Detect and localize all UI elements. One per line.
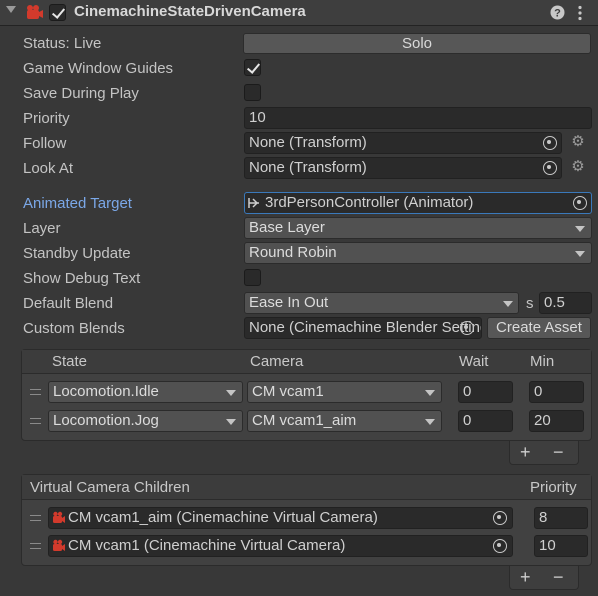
drag-handle-icon[interactable] [30, 389, 41, 395]
chevron-down-icon [503, 301, 513, 307]
state-column-header: State [52, 353, 88, 370]
state-value: Locomotion.Idle [53, 383, 159, 400]
default-blend-dropdown[interactable]: Ease In Out [244, 292, 519, 314]
look-at-field[interactable]: None (Transform) [244, 157, 562, 179]
show-debug-text-label: Show Debug Text [23, 270, 141, 287]
remove-instruction-button[interactable]: − [553, 442, 564, 462]
component-header: CinemachineStateDrivenCamera ? [0, 0, 598, 26]
priority-column-header: Priority [530, 479, 577, 496]
chevron-down-icon [425, 419, 435, 425]
create-asset-button[interactable]: Create Asset [487, 317, 591, 339]
chevron-down-icon [575, 226, 585, 232]
animated-target-label: Animated Target [23, 195, 132, 212]
min-column-header: Min [530, 353, 555, 370]
default-blend-value: Ease In Out [249, 294, 329, 311]
add-child-button[interactable]: + [520, 567, 531, 587]
object-picker-icon[interactable] [543, 161, 557, 175]
camera-dropdown[interactable]: CM vcam1 [247, 381, 442, 403]
object-picker-icon[interactable] [460, 321, 474, 335]
custom-blends-label: Custom Blends [23, 320, 125, 337]
instructions-header [22, 350, 591, 374]
priority-label: Priority [23, 110, 70, 127]
camera-dropdown[interactable]: CM vcam1_aim [247, 410, 442, 432]
remove-child-button[interactable]: − [553, 567, 564, 587]
chevron-down-icon [575, 251, 585, 257]
standby-update-dropdown[interactable]: Round Robin [244, 242, 592, 264]
camera-value: CM vcam1_aim [252, 412, 357, 429]
follow-field[interactable]: None (Transform) [244, 132, 562, 154]
camera-column-header: Camera [250, 353, 304, 370]
follow-value: None (Transform) [249, 134, 367, 151]
state-dropdown[interactable]: Locomotion.Jog [48, 410, 243, 432]
blend-time-input[interactable]: 0.5 [539, 292, 592, 314]
wait-input[interactable]: 0 [458, 381, 513, 403]
wait-input[interactable]: 0 [458, 410, 513, 432]
layer-dropdown[interactable]: Base Layer [244, 217, 592, 239]
drag-handle-icon[interactable] [30, 418, 41, 424]
kebab-menu-icon[interactable] [577, 5, 583, 21]
cinemachine-icon [53, 511, 65, 523]
animator-icon [248, 198, 259, 208]
game-window-guides-label: Game Window Guides [23, 60, 174, 77]
layer-label: Layer [23, 220, 61, 237]
standby-update-value: Round Robin [249, 244, 337, 261]
object-picker-icon[interactable] [543, 136, 557, 150]
state-dropdown[interactable]: Locomotion.Idle [48, 381, 243, 403]
child-camera-name: CM vcam1 (Cinemachine Virtual Camera) [68, 537, 346, 554]
status-label: Status: Live [23, 35, 102, 52]
child-camera-field[interactable]: CM vcam1 (Cinemachine Virtual Camera) [48, 535, 513, 557]
follow-label: Follow [23, 135, 67, 152]
chevron-down-icon [425, 390, 435, 396]
layer-value: Base Layer [249, 219, 325, 236]
component-enabled-checkbox[interactable] [49, 4, 66, 21]
child-camera-name: CM vcam1_aim (Cinemachine Virtual Camera… [68, 509, 378, 526]
fold-arrow-icon[interactable] [6, 6, 16, 13]
state-value: Locomotion.Jog [53, 412, 159, 429]
animated-target-field[interactable]: 3rdPersonController (Animator) [244, 192, 592, 214]
chevron-down-icon [226, 390, 236, 396]
blend-time-unit: s [526, 295, 534, 312]
min-input[interactable]: 20 [529, 410, 584, 432]
object-picker-icon[interactable] [493, 511, 507, 525]
save-during-play-checkbox[interactable] [244, 84, 261, 101]
custom-blends-value: None (Cinemachine Blender Settings) [249, 319, 482, 336]
component-title: CinemachineStateDrivenCamera [74, 3, 306, 20]
chevron-down-icon [226, 419, 236, 425]
child-priority-input[interactable]: 10 [534, 535, 588, 557]
priority-input[interactable]: 10 [244, 107, 592, 129]
solo-button[interactable]: Solo [243, 33, 591, 54]
save-during-play-label: Save During Play [23, 85, 139, 102]
standby-update-label: Standby Update [23, 245, 131, 262]
camera-value: CM vcam1 [252, 383, 324, 400]
child-camera-field[interactable]: CM vcam1_aim (Cinemachine Virtual Camera… [48, 507, 513, 529]
object-picker-icon[interactable] [493, 539, 507, 553]
child-priority-input[interactable]: 8 [534, 507, 588, 529]
add-instruction-button[interactable]: + [520, 442, 531, 462]
look-at-value: None (Transform) [249, 159, 367, 176]
cinemachine-icon [53, 539, 65, 551]
object-picker-icon[interactable] [573, 196, 587, 210]
default-blend-label: Default Blend [23, 295, 114, 312]
svg-text:?: ? [554, 8, 561, 20]
look-at-label: Look At [23, 160, 74, 177]
show-debug-text-checkbox[interactable] [244, 269, 261, 286]
cinemachine-icon [27, 5, 43, 19]
drag-handle-icon[interactable] [30, 543, 41, 549]
gear-icon[interactable]: ⚙ [571, 134, 585, 149]
animated-target-value: 3rdPersonController (Animator) [265, 194, 474, 211]
gear-icon[interactable]: ⚙ [571, 159, 585, 174]
drag-handle-icon[interactable] [30, 515, 41, 521]
help-icon[interactable]: ? [550, 5, 565, 20]
custom-blends-field[interactable]: None (Cinemachine Blender Settings) [244, 317, 482, 339]
children-header-label: Virtual Camera Children [30, 479, 190, 496]
wait-column-header: Wait [459, 353, 489, 370]
game-window-guides-checkbox[interactable] [244, 59, 261, 76]
min-input[interactable]: 0 [529, 381, 584, 403]
